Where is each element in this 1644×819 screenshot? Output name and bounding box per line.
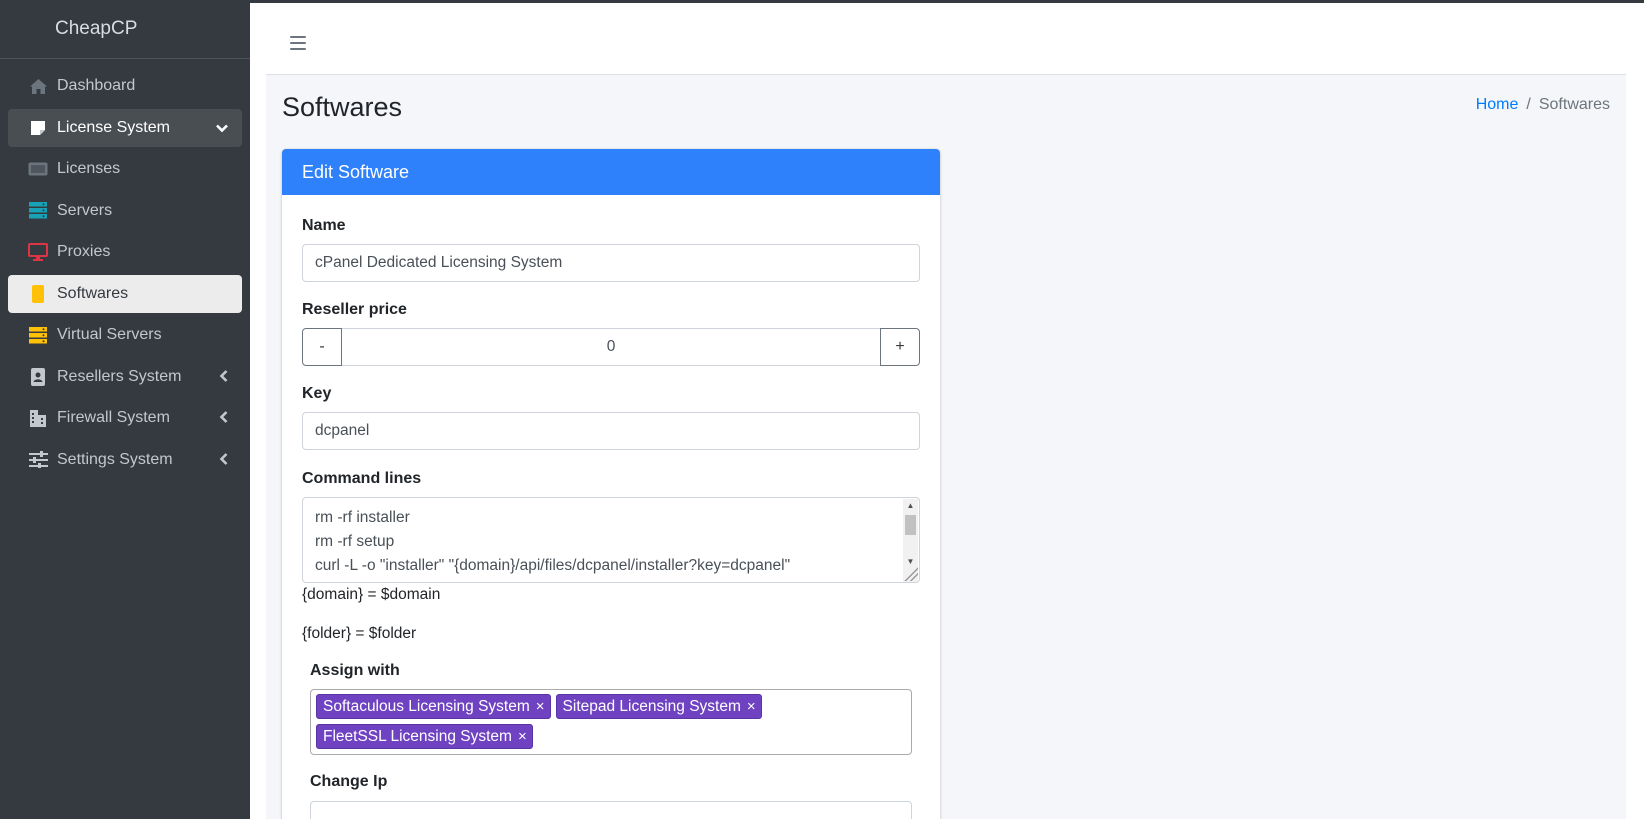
name-label: Name <box>302 217 346 234</box>
sidebar-item-label: Dashboard <box>57 77 136 94</box>
name-input[interactable]: cPanel Dedicated Licensing System <box>302 244 920 282</box>
reseller-price-input[interactable]: 0 <box>342 328 880 366</box>
sidebar-item-label: Licenses <box>57 160 121 177</box>
page-title: Softwares <box>282 92 403 122</box>
assigned-chip: Softaculous Licensing System × <box>316 694 551 719</box>
change-ip-field[interactable] <box>310 801 912 819</box>
sidebar-item-license-system[interactable]: License System <box>8 108 242 147</box>
sliders-icon <box>28 451 48 469</box>
command-line: curl -L -o "installer" "{domain}/api/fil… <box>315 557 791 574</box>
domain-placeholder-note: {domain} = $domain <box>302 586 441 603</box>
reseller-price-label: Reseller price <box>302 301 407 318</box>
folder-placeholder-note: {folder} = $folder <box>302 625 417 642</box>
mobile-icon <box>28 284 48 303</box>
sidebar-item-label: Resellers System <box>57 367 182 385</box>
content-wrapper: Softwares Home / Softwares Edit Software… <box>250 3 1644 819</box>
chip-remove-icon[interactable]: × <box>536 698 545 715</box>
sidebar-item-label: Settings System <box>57 450 173 468</box>
chevron-left-icon <box>219 369 228 385</box>
selected-chips: Softaculous Licensing System × Sitepad L… <box>316 694 876 749</box>
chip-remove-icon[interactable]: × <box>747 698 756 715</box>
sidebar-item-softwares[interactable]: Softwares <box>8 274 242 313</box>
chevron-down-icon <box>216 120 228 136</box>
command-line: rm -rf installer <box>315 509 410 526</box>
sidebar-item-dashboard[interactable]: Dashboard <box>8 67 242 105</box>
chip-remove-icon[interactable]: × <box>518 728 527 745</box>
sticky-note-icon <box>28 119 48 137</box>
sidebar-item-label: Softwares <box>57 284 129 302</box>
sidebar-item-settings-system[interactable]: Settings System <box>8 441 242 479</box>
building-icon <box>28 409 48 427</box>
assigned-chip: FleetSSL Licensing System × <box>316 724 533 749</box>
decrement-button[interactable]: - <box>302 328 342 366</box>
server-icon <box>28 202 48 220</box>
reseller-price-stepper: - 0 + <box>302 328 920 366</box>
change-ip-label: Change Ip <box>310 773 388 790</box>
sidebar-item-resellers-system[interactable]: Resellers System <box>8 358 242 396</box>
sidebar-item-virtual-servers[interactable]: Virtual Servers <box>8 316 242 354</box>
resize-handle-icon[interactable] <box>904 567 918 581</box>
chip-label: Softaculous Licensing System <box>323 697 530 715</box>
virtual-server-icon <box>28 326 48 344</box>
assign-with-multiselect[interactable]: Softaculous Licensing System × Sitepad L… <box>310 689 912 755</box>
command-line: rm -rf setup <box>315 533 395 550</box>
increment-button[interactable]: + <box>880 328 920 366</box>
sidebar: CheapCP Dashboard License System License… <box>0 0 250 819</box>
brand-link[interactable]: CheapCP <box>0 0 250 59</box>
scroll-up-icon[interactable]: ▲ <box>903 499 918 513</box>
card-title: Edit Software <box>282 149 940 195</box>
breadcrumb-separator: / <box>1526 96 1531 113</box>
scroll-thumb[interactable] <box>905 515 916 535</box>
sidebar-item-firewall-system[interactable]: Firewall System <box>8 399 242 437</box>
license-card-icon <box>28 160 48 178</box>
key-input[interactable]: dcpanel <box>302 412 920 450</box>
sidebar-item-label: Virtual Servers <box>57 326 162 343</box>
command-lines-label: Command lines <box>302 470 422 487</box>
sidebar-item-servers[interactable]: Servers <box>8 192 242 230</box>
sidebar-item-licenses[interactable]: Licenses <box>8 150 242 188</box>
monitor-icon <box>28 243 48 261</box>
breadcrumb: Home / Softwares <box>1476 96 1610 114</box>
sidebar-item-label: License System <box>57 118 170 136</box>
breadcrumb-home-link[interactable]: Home <box>1476 96 1519 114</box>
assign-with-label: Assign with <box>310 662 400 679</box>
sidebar-item-label: Proxies <box>57 243 111 260</box>
id-badge-icon <box>28 367 48 386</box>
sidebar-nav: Dashboard License System Licenses Server… <box>0 59 250 479</box>
home-icon <box>28 77 48 95</box>
sidebar-item-label: Firewall System <box>57 409 170 426</box>
breadcrumb-current: Softwares <box>1538 96 1610 113</box>
chevron-left-icon <box>219 410 228 426</box>
command-lines-textarea[interactable]: rm -rf installer rm -rf setup curl -L -o… <box>302 497 920 583</box>
sidebar-item-label: Servers <box>57 201 113 219</box>
key-label: Key <box>302 385 332 402</box>
assigned-chip: Sitepad Licensing System × <box>555 694 762 719</box>
edit-software-card: Edit Software Name cPanel Dedicated Lice… <box>282 149 940 819</box>
chip-label: FleetSSL Licensing System <box>323 727 512 745</box>
right-gutter <box>1626 3 1644 819</box>
chevron-left-icon <box>219 452 228 468</box>
sidebar-item-proxies[interactable]: Proxies <box>8 233 242 271</box>
menu-toggle-icon[interactable] <box>290 36 306 50</box>
chip-label: Sitepad Licensing System <box>562 697 741 715</box>
top-navbar <box>266 3 1626 75</box>
